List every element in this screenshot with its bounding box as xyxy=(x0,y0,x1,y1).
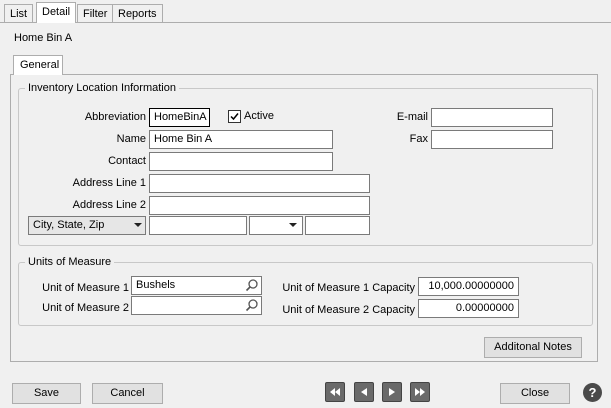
tab-detail[interactable]: Detail xyxy=(36,2,77,23)
uom1-label: Unit of Measure 1 xyxy=(42,282,129,294)
tab-filter[interactable]: Filter xyxy=(77,4,114,23)
tab-strip-border xyxy=(0,22,611,23)
fax-label: Fax xyxy=(409,133,428,145)
uom2-capacity-input[interactable]: 0.00000000 xyxy=(418,299,519,318)
zip-input[interactable] xyxy=(305,216,370,235)
name-input[interactable]: Home Bin A xyxy=(149,130,333,149)
checkmark-icon xyxy=(230,113,239,121)
address-line-2-input[interactable] xyxy=(149,196,370,215)
help-icon[interactable]: ? xyxy=(583,383,602,402)
address-line-2-label: Address Line 2 xyxy=(72,199,146,211)
units-of-measure-legend: Units of Measure xyxy=(28,256,112,268)
active-checkbox[interactable] xyxy=(228,110,241,123)
first-record-icon xyxy=(330,388,340,396)
location-info-legend: Inventory Location Information xyxy=(28,82,176,94)
abbreviation-label: Abbreviation xyxy=(84,111,146,123)
email-label: E-mail xyxy=(396,111,428,123)
abbreviation-input[interactable]: HomeBinA xyxy=(149,108,210,127)
save-button[interactable]: Save xyxy=(12,383,81,404)
uom1-capacity-input[interactable]: 10,000.00000000 xyxy=(418,277,519,296)
close-button[interactable]: Close xyxy=(500,383,570,404)
state-select[interactable] xyxy=(249,216,303,235)
address-line-1-label: Address Line 1 xyxy=(72,177,146,189)
record-title: Home Bin A xyxy=(14,32,73,44)
first-record-button[interactable] xyxy=(325,382,345,402)
last-record-icon xyxy=(415,388,425,396)
contact-input[interactable] xyxy=(149,152,333,171)
next-record-button[interactable] xyxy=(382,382,402,402)
address-line-1-input[interactable] xyxy=(149,174,370,193)
next-record-icon xyxy=(389,388,395,396)
previous-record-icon xyxy=(361,388,367,396)
city-state-zip-select-value: City, State, Zip xyxy=(33,219,105,231)
cancel-button[interactable]: Cancel xyxy=(92,383,163,404)
magnifier-icon[interactable] xyxy=(245,298,259,313)
uom1-capacity-label: Unit of Measure 1 Capacity xyxy=(282,282,415,294)
fax-input[interactable] xyxy=(431,130,553,149)
city-state-zip-select[interactable]: City, State, Zip xyxy=(28,216,146,235)
chevron-down-icon xyxy=(134,223,142,227)
contact-label: Contact xyxy=(108,155,146,167)
uom2-capacity-label-text: Unit of Measure 2 Capacity xyxy=(282,304,415,316)
tab-general[interactable]: General xyxy=(13,55,63,75)
uom2-label: Unit of Measure 2 xyxy=(42,302,129,314)
magnifier-icon[interactable] xyxy=(245,278,259,293)
uom1-value: Bushels xyxy=(136,279,176,291)
chevron-down-icon xyxy=(289,223,297,227)
tab-list[interactable]: List xyxy=(4,4,34,23)
last-record-button[interactable] xyxy=(410,382,430,402)
additional-notes-button[interactable]: Additonal Notes xyxy=(484,337,582,358)
name-label: Name xyxy=(116,133,146,145)
uom1-input[interactable]: Bushels xyxy=(131,276,262,295)
city-input[interactable] xyxy=(149,216,247,235)
active-label: Active xyxy=(244,110,274,122)
uom2-input[interactable] xyxy=(131,296,262,315)
tab-reports[interactable]: Reports xyxy=(112,4,163,23)
email-input[interactable] xyxy=(431,108,553,127)
previous-record-button[interactable] xyxy=(354,382,374,402)
